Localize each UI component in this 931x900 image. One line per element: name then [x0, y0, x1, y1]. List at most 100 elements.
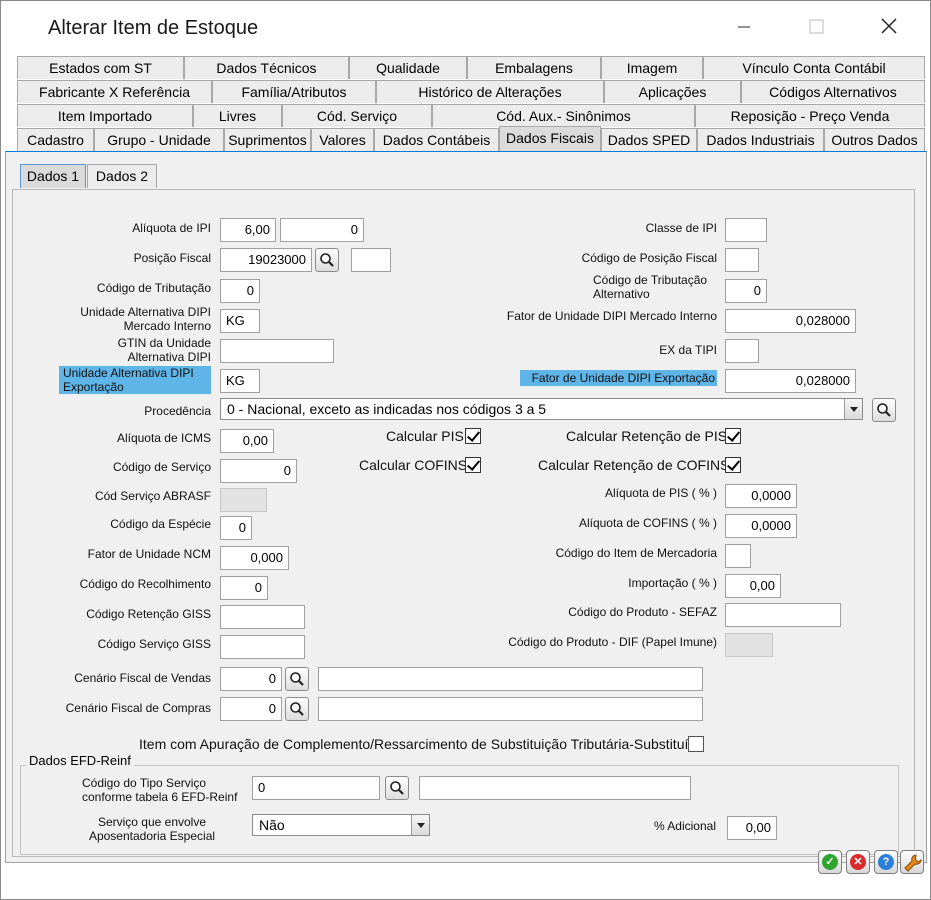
- retencao-cofins-checkbox[interactable]: [725, 457, 741, 473]
- tab-imagem[interactable]: Imagem: [601, 56, 703, 79]
- codigo-tributacao-input[interactable]: 0: [220, 279, 260, 303]
- confirm-button[interactable]: ✓: [818, 850, 842, 874]
- posicao-fiscal-search-button[interactable]: [315, 248, 339, 272]
- chevron-down-icon[interactable]: [411, 815, 429, 835]
- tab-vinculo-conta-contabil[interactable]: Vínculo Conta Contábil: [703, 56, 925, 79]
- cenario-vendas-description[interactable]: [318, 667, 703, 691]
- cod-servico-abrasf-input[interactable]: [220, 488, 267, 512]
- cenario-vendas-input[interactable]: 0: [220, 667, 282, 691]
- aposentadoria-select[interactable]: Não: [252, 814, 430, 836]
- cenario-compras-label: Cenário Fiscal de Compras: [65, 701, 211, 715]
- efd-reinf-title: Dados EFD-Reinf: [26, 753, 134, 768]
- codigo-item-mercadoria-input[interactable]: [725, 544, 751, 568]
- cenario-compras-input[interactable]: 0: [220, 697, 282, 721]
- calcular-cofins-checkbox[interactable]: [465, 457, 481, 473]
- codigo-produto-dif-label: Código do Produto - DIF (Papel Imune): [508, 635, 717, 649]
- cenario-vendas-search-button[interactable]: [285, 667, 309, 691]
- aliquota-pis-label: Alíquota de PIS ( % ): [604, 486, 717, 500]
- importacao-input[interactable]: 0,00: [725, 574, 781, 598]
- subtab-dados-2[interactable]: Dados 2: [87, 164, 157, 188]
- tab-dados-sped[interactable]: Dados SPED: [601, 128, 697, 151]
- codigo-retencao-giss-label: Código Retenção GISS: [86, 607, 211, 621]
- aliquota-ipi-secondary-input[interactable]: 0: [280, 218, 364, 242]
- codigo-servico-giss-input[interactable]: [220, 635, 305, 659]
- gtin-input[interactable]: [220, 339, 334, 363]
- unid-alt-dipi-exp-label: Unidade Alternativa DIPI Exportação: [59, 366, 211, 394]
- tipo-servico-search-button[interactable]: [385, 776, 409, 800]
- tab-dados-tecnicos[interactable]: Dados Técnicos: [184, 56, 349, 79]
- posicao-fiscal-input[interactable]: 19023000: [220, 248, 312, 272]
- tab-qualidade[interactable]: Qualidade: [349, 56, 467, 79]
- fator-dipi-mi-input[interactable]: 0,028000: [725, 309, 856, 333]
- fator-dipi-exp-input[interactable]: 0,028000: [725, 369, 856, 393]
- tab-familia-atributos[interactable]: Família/Atributos: [212, 80, 376, 103]
- unid-alt-dipi-mi-input[interactable]: KG: [220, 309, 260, 333]
- aliquota-icms-input[interactable]: 0,00: [220, 429, 274, 453]
- tab-dados-fiscais[interactable]: Dados Fiscais: [499, 126, 601, 152]
- tipo-servico-label: Código do Tipo Serviço conforme tabela 6…: [61, 776, 243, 804]
- subtab-dados-1[interactable]: Dados 1: [20, 164, 86, 188]
- codigo-especie-input[interactable]: 0: [220, 516, 252, 540]
- classe-ipi-input[interactable]: [725, 218, 767, 242]
- tipo-servico-description[interactable]: [419, 776, 691, 800]
- tipo-servico-input[interactable]: 0: [252, 776, 380, 800]
- codigo-trib-alt-input[interactable]: 0: [725, 279, 767, 303]
- codigo-servico-label: Código de Serviço: [112, 460, 211, 474]
- fator-dipi-exp-label: Fator de Unidade DIPI Exportação: [520, 370, 717, 386]
- gtin-label: GTIN da Unidade Alternativa DIPI: [71, 336, 211, 364]
- aposentadoria-label-line2: Aposentadoria Especial: [88, 829, 216, 843]
- aliquota-pis-input[interactable]: 0,0000: [725, 484, 797, 508]
- retencao-pis-label: Calcular Retenção de PIS: [566, 428, 728, 444]
- cenario-compras-search-button[interactable]: [285, 697, 309, 721]
- retencao-pis-checkbox[interactable]: [725, 428, 741, 444]
- minimize-button[interactable]: [729, 15, 759, 39]
- codigo-especie-label: Código da Espécie: [110, 517, 211, 531]
- procedencia-select[interactable]: 0 - Nacional, exceto as indicadas nos có…: [220, 398, 863, 420]
- procedencia-selected-value: 0 - Nacional, exceto as indicadas nos có…: [227, 401, 547, 417]
- tab-cadastro[interactable]: Cadastro: [17, 128, 94, 151]
- codigo-produto-sefaz-input[interactable]: [725, 603, 841, 627]
- codigo-recolhimento-input[interactable]: 0: [220, 576, 268, 600]
- tab-valores[interactable]: Valores: [311, 128, 374, 151]
- tab-dados-industriais[interactable]: Dados Industriais: [697, 128, 824, 151]
- procedencia-search-button[interactable]: [872, 398, 896, 422]
- tab-outros-dados[interactable]: Outros Dados: [824, 128, 925, 151]
- calcular-pis-label: Calcular PIS: [386, 428, 464, 444]
- chevron-down-icon[interactable]: [844, 399, 862, 419]
- ex-tipi-input[interactable]: [725, 339, 759, 363]
- tab-aplicacoes[interactable]: Aplicações: [604, 80, 741, 103]
- codigo-posicao-fiscal-input[interactable]: [725, 248, 759, 272]
- unid-alt-dipi-exp-input[interactable]: KG: [220, 369, 260, 393]
- maximize-button[interactable]: [801, 15, 831, 39]
- help-button[interactable]: ?: [874, 850, 898, 874]
- tab-estados-com-st[interactable]: Estados com ST: [17, 56, 184, 79]
- close-button[interactable]: [874, 15, 904, 39]
- tab-item-importado[interactable]: Item Importado: [17, 104, 193, 127]
- posicao-fiscal-extra-input[interactable]: [351, 248, 391, 272]
- tab-codigos-alternativos[interactable]: Códigos Alternativos: [741, 80, 925, 103]
- adicional-input[interactable]: 0,00: [727, 816, 777, 840]
- tab-cod-aux-sinonimos[interactable]: Cód. Aux.- Sinônimos: [432, 104, 695, 127]
- tab-historico-alteracoes[interactable]: Histórico de Alterações: [376, 80, 604, 103]
- aliquota-ipi-input[interactable]: 6,00: [220, 218, 276, 242]
- tab-cod-servico[interactable]: Cód. Serviço: [282, 104, 432, 127]
- tab-embalagens[interactable]: Embalagens: [467, 56, 601, 79]
- tab-suprimentos[interactable]: Suprimentos: [224, 128, 311, 151]
- apuracao-checkbox[interactable]: [688, 736, 704, 752]
- tab-grupo-unidade[interactable]: Grupo - Unidade: [94, 128, 224, 151]
- cenario-compras-description[interactable]: [318, 697, 703, 721]
- tools-button[interactable]: [900, 850, 924, 874]
- codigo-retencao-giss-input[interactable]: [220, 605, 305, 629]
- codigo-produto-dif-input[interactable]: [725, 633, 773, 657]
- tab-livres[interactable]: Livres: [193, 104, 282, 127]
- unid-alt-dipi-mi-label-line1: Unidade Alternativa DIPI: [80, 305, 211, 319]
- aliquota-cofins-input[interactable]: 0,0000: [725, 514, 797, 538]
- tab-dados-contabeis[interactable]: Dados Contábeis: [374, 128, 499, 151]
- fator-ncm-input[interactable]: 0,000: [220, 546, 289, 570]
- apuracao-label: Item com Apuração de Complemento/Ressarc…: [139, 736, 704, 752]
- tab-fabricante-referencia[interactable]: Fabricante X Referência: [17, 80, 212, 103]
- tab-reposicao-preco-venda[interactable]: Reposição - Preço Venda: [695, 104, 925, 127]
- codigo-servico-input[interactable]: 0: [220, 459, 297, 483]
- cancel-button[interactable]: ✕: [846, 850, 870, 874]
- calcular-pis-checkbox[interactable]: [465, 428, 481, 444]
